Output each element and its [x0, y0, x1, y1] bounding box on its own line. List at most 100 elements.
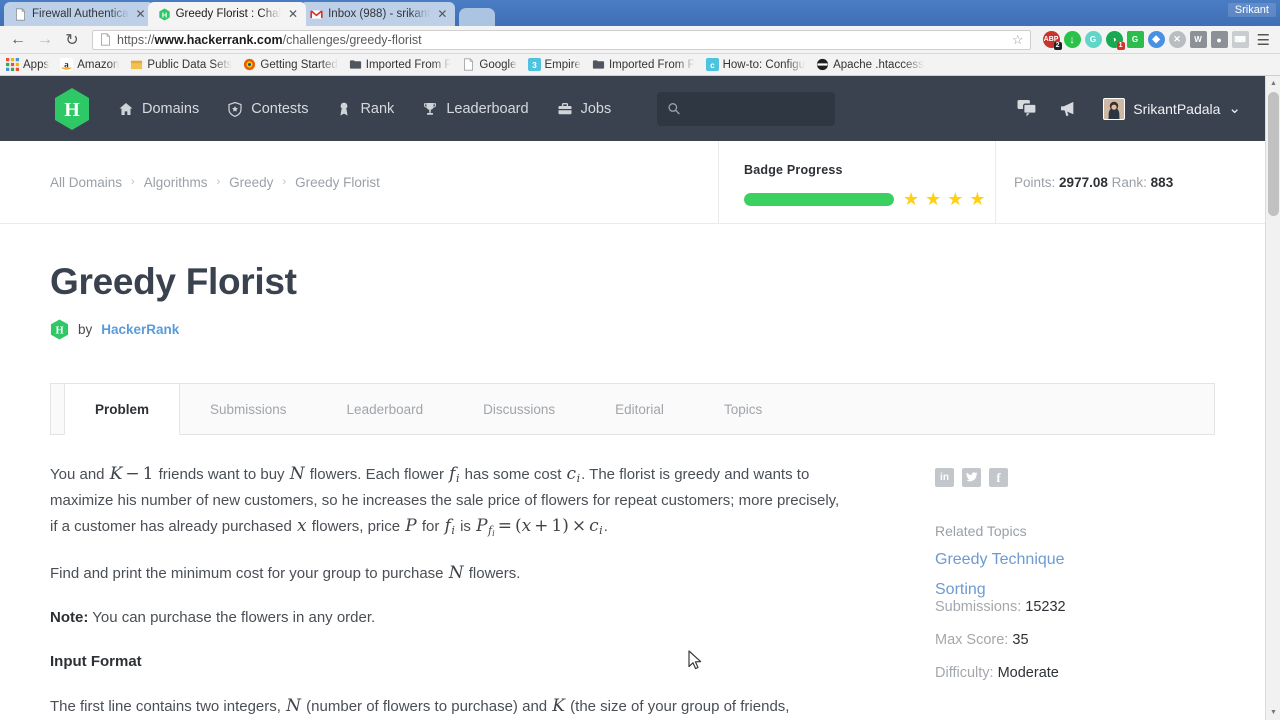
nav-item-contests[interactable]: Contests	[227, 101, 308, 117]
adblock-plus-icon[interactable]: ABP 2	[1042, 31, 1062, 50]
hackerrank-logo-icon: H	[55, 87, 89, 130]
bookmark-imported-from-f-1[interactable]: Imported From F	[349, 58, 451, 71]
browser-tab-2[interactable]: H Greedy Florist : Chal ✕	[147, 2, 307, 26]
math-c-i: ci	[566, 464, 582, 485]
stat-label: Difficulty:	[935, 665, 994, 681]
text-fragment: flowers, price	[311, 517, 401, 535]
evernote-icon[interactable]: G	[1126, 31, 1144, 48]
medal-icon	[340, 102, 349, 115]
problem-byline: H by HackerRank	[50, 319, 1215, 340]
bookmark-star-icon[interactable]: ☆	[1012, 32, 1024, 48]
breadcrumb-item-algorithms[interactable]: Algorithms	[144, 175, 208, 190]
breadcrumb-item-greedy[interactable]: Greedy	[229, 175, 273, 190]
scroll-down-arrow-icon[interactable]: ▼	[1266, 705, 1280, 720]
svg-text:c: c	[710, 60, 715, 70]
extension-badge: 2	[1053, 42, 1062, 50]
text-fragment: .	[603, 517, 608, 535]
twitter-icon[interactable]	[962, 468, 981, 487]
megaphone-icon[interactable]	[1060, 99, 1081, 118]
hackerrank-logo[interactable]: H	[52, 87, 92, 131]
window-user-label[interactable]: Srikant	[1227, 3, 1276, 17]
diamond-icon[interactable]: ◆	[1147, 31, 1165, 48]
forward-button[interactable]: →	[33, 28, 57, 52]
extension-badge: 1	[1116, 42, 1125, 50]
math-subscript: i	[599, 523, 603, 537]
site-search-box[interactable]	[657, 91, 836, 126]
stat-value: 15232	[1025, 599, 1066, 615]
tab-editorial[interactable]: Editorial	[585, 384, 694, 434]
block-icon[interactable]: ✕	[1168, 31, 1186, 48]
points-label: Points:	[1014, 174, 1056, 190]
location-icon[interactable]: ●	[1210, 31, 1228, 48]
bookmark-apps[interactable]: Apps	[6, 58, 49, 71]
bookmark-empire[interactable]: 3 Empire	[527, 58, 581, 71]
stat-max-score: Max Score: 35	[935, 632, 1215, 648]
bookmark-google[interactable]: Google	[462, 58, 517, 71]
bookmark-how-to-configure[interactable]: c How-to: Configu	[705, 58, 805, 71]
url-scheme: https://	[117, 32, 155, 47]
tab-leaderboard[interactable]: Leaderboard	[317, 384, 454, 434]
note-text: You can purchase the flowers in any orde…	[92, 609, 376, 627]
breadcrumb-item-greedy-florist[interactable]: Greedy Florist	[295, 175, 380, 190]
ninja-icon	[816, 58, 829, 71]
hamburger-menu-icon[interactable]: ☰	[1253, 31, 1274, 49]
close-icon[interactable]: ✕	[288, 7, 298, 21]
author-link[interactable]: HackerRank	[101, 322, 179, 337]
back-button[interactable]: ←	[6, 28, 30, 52]
page-scrollbar[interactable]: ▲ ▼	[1265, 76, 1280, 720]
badge-progress-row: ★ ★ ★ ★	[744, 190, 995, 208]
tab-problem[interactable]: Problem	[64, 383, 181, 435]
close-icon[interactable]: ✕	[437, 7, 447, 21]
related-topic-greedy-technique[interactable]: Greedy Technique	[935, 551, 1215, 569]
scroll-up-arrow-icon[interactable]: ▲	[1266, 76, 1280, 91]
close-icon[interactable]: ✕	[136, 7, 146, 21]
nav-item-leaderboard[interactable]: Leaderboard	[422, 101, 529, 117]
math-operator: −	[125, 464, 140, 484]
breadcrumb-item-all-domains[interactable]: All Domains	[50, 175, 122, 190]
shield-star-icon	[228, 101, 242, 117]
math-n: N	[448, 562, 464, 583]
badge-star-icon: ★	[903, 189, 920, 209]
bookmark-label: Amazon	[77, 58, 120, 71]
nav-item-domains[interactable]: Domains	[118, 101, 199, 117]
nav-item-jobs[interactable]: Jobs	[557, 101, 611, 117]
bookmark-public-data-sets[interactable]: Public Data Sets	[130, 58, 232, 71]
search-input[interactable]	[680, 101, 826, 116]
related-topic-sorting[interactable]: Sorting	[935, 581, 1215, 599]
nav-item-rank[interactable]: Rank	[336, 101, 394, 117]
bookmark-label: Public Data Sets	[147, 58, 233, 71]
browser-tab-3[interactable]: Inbox (988) - srikant ✕	[300, 2, 456, 26]
bookmark-amazon[interactable]: a Amazon	[60, 58, 119, 71]
tab-discussions[interactable]: Discussions	[453, 384, 585, 434]
download-arrow-icon[interactable]: ↓	[1063, 31, 1081, 48]
tab-topics[interactable]: Topics	[694, 384, 792, 434]
chat-bubbles-icon[interactable]	[1017, 99, 1038, 118]
stat-value: Moderate	[997, 665, 1059, 681]
facebook-icon[interactable]: f	[989, 468, 1008, 487]
text-fragment: flowers. Each flower	[309, 466, 444, 483]
address-bar[interactable]: https://www.hackerrank.com/challenges/gr…	[92, 29, 1031, 50]
scrollbar-thumb[interactable]	[1268, 92, 1279, 216]
breadcrumb-separator: ›	[216, 176, 221, 188]
bookmark-getting-started[interactable]: Getting Started	[243, 58, 338, 71]
new-tab-button[interactable]	[459, 8, 496, 26]
math-price-formula: Pfi = (x +1) × ci	[475, 516, 604, 538]
extension-icons: ABP 2 ↓ G ◑ 1 G ◆ ✕ W ● ⌨ ☰	[1039, 31, 1274, 50]
wikipedia-icon[interactable]: W	[1189, 31, 1207, 48]
pocket-icon[interactable]: ◑ 1	[1105, 31, 1125, 50]
bookmark-imported-from-f-2[interactable]: Imported From F	[592, 58, 695, 71]
browser-tab-1[interactable]: Firewall Authentica ✕	[4, 2, 154, 26]
user-menu[interactable]: SrikantPadala ⌄	[1103, 97, 1241, 120]
amazon-icon: a	[60, 58, 74, 71]
linkedin-icon[interactable]: in	[935, 468, 954, 487]
bookmark-apache-htaccess[interactable]: Apache .htaccess	[816, 58, 924, 71]
url-path: /challenges/greedy-florist	[282, 32, 422, 47]
text-fragment: Find and print the minimum cost for your…	[50, 564, 444, 582]
grammarly-icon[interactable]: G	[1084, 31, 1102, 48]
reload-button[interactable]: ↻	[60, 28, 84, 52]
tab-submissions[interactable]: Submissions	[180, 384, 317, 434]
page-viewport: H Domains Contests Rank Leaderboard Jobs…	[0, 76, 1280, 720]
printer-icon[interactable]: ⌨	[1231, 31, 1249, 48]
svg-text:3: 3	[532, 60, 537, 70]
breadcrumb-separator: ›	[131, 176, 135, 188]
